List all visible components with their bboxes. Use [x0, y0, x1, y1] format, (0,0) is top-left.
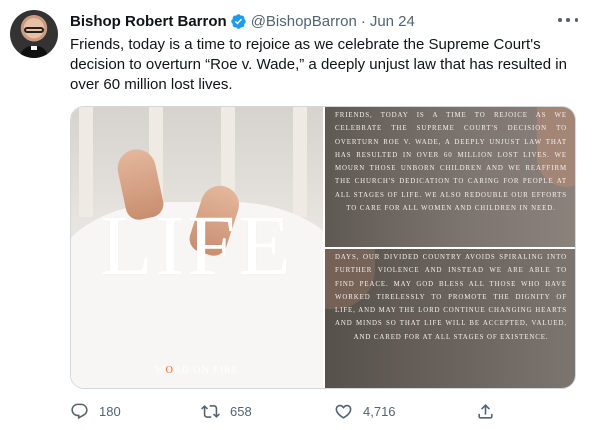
statement-text-bottom: Days, our divided country avoids spirali…: [335, 254, 567, 341]
avatar[interactable]: [10, 10, 58, 58]
retweet-count: 658: [230, 403, 252, 419]
reply-icon: [71, 403, 88, 419]
retweet-icon: [201, 404, 220, 418]
like-button[interactable]: 4,716: [334, 400, 396, 422]
life-headline: LIFE: [100, 197, 294, 293]
tweet-card[interactable]: Bishop Robert Barron @BishopBarron · Jun…: [0, 0, 593, 430]
heart-icon: [335, 404, 352, 419]
share-icon: [478, 403, 493, 419]
tweet-actions: 180 658 4,716: [70, 400, 510, 422]
statement-text-top: Friends, today is a time to rejoice as w…: [335, 112, 567, 213]
reply-button[interactable]: 180: [70, 400, 121, 422]
like-count: 4,716: [363, 403, 396, 419]
reply-count: 180: [99, 403, 121, 419]
share-button[interactable]: [476, 400, 495, 422]
verified-badge-icon: [230, 13, 246, 29]
header-separator: ·: [360, 12, 366, 30]
media-image-life[interactable]: LIFE WORD ON FIRE: [71, 107, 323, 388]
more-dots-icon[interactable]: [558, 13, 578, 27]
author-name[interactable]: Bishop Robert Barron: [70, 13, 227, 30]
tweet-header: Bishop Robert Barron @BishopBarron · Jun…: [70, 11, 415, 31]
media-grid[interactable]: LIFE WORD ON FIRE Friends, today is a ti…: [70, 106, 576, 389]
media-image-statement-top[interactable]: Friends, today is a time to rejoice as w…: [325, 107, 575, 247]
author-handle[interactable]: @BishopBarron: [251, 13, 357, 30]
tweet-date[interactable]: Jun 24: [370, 13, 415, 30]
word-on-fire-logo: WORD ON FIRE: [155, 365, 239, 376]
retweet-button[interactable]: 658: [201, 400, 252, 422]
tweet-text: Friends, today is a time to rejoice as w…: [70, 36, 567, 93]
media-image-statement-bottom[interactable]: Days, our divided country avoids spirali…: [325, 249, 575, 388]
